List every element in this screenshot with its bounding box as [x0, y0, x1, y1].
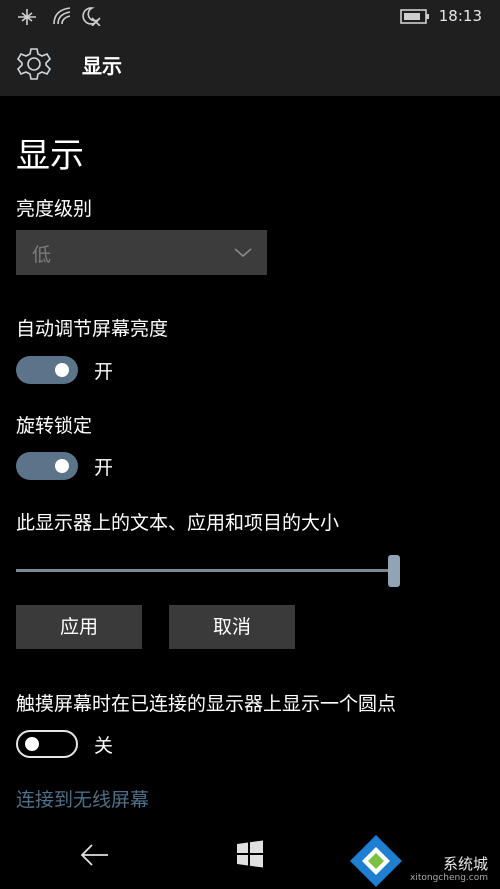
scale-label: 此显示器上的文本、应用和项目的大小: [16, 512, 340, 534]
app-header: 显示: [0, 32, 500, 96]
touch-dot-label: 触摸屏幕时在已连接的显示器上显示一个圆点: [16, 693, 397, 715]
brightness-label: 亮度级别: [16, 198, 93, 220]
watermark: 系统城 xitongcheng.com: [346, 831, 496, 889]
scale-slider-thumb[interactable]: [388, 555, 400, 587]
toggle-knob: [55, 363, 69, 377]
gear-icon[interactable]: [16, 46, 52, 86]
quiet-hours-icon: [80, 6, 102, 30]
auto-brightness-toggle[interactable]: [16, 356, 78, 384]
scale-slider-track[interactable]: [16, 569, 400, 572]
auto-brightness-state: 开: [94, 361, 114, 383]
page-title: 显示: [16, 136, 84, 176]
toggle-knob: [55, 459, 69, 473]
header-title: 显示: [82, 54, 122, 78]
rotation-lock-state: 开: [94, 457, 114, 479]
toggle-knob: [25, 737, 39, 751]
watermark-text: 系统城: [442, 855, 488, 873]
watermark-logo-icon: [350, 835, 402, 887]
touch-dot-state: 关: [94, 735, 114, 757]
chevron-down-icon: [233, 244, 253, 263]
navigation-bar: 系统城 xitongcheng.com: [0, 826, 500, 889]
rotation-lock-label: 旋转锁定: [16, 415, 93, 437]
rotation-lock-toggle[interactable]: [16, 452, 78, 480]
auto-brightness-label: 自动调节屏幕亮度: [16, 318, 169, 340]
cancel-button[interactable]: 取消: [169, 605, 295, 649]
touch-dot-toggle[interactable]: [16, 730, 78, 758]
wifi-icon: [52, 6, 74, 30]
brightness-dropdown[interactable]: 低: [16, 230, 267, 275]
apply-button[interactable]: 应用: [16, 605, 142, 649]
brightness-value: 低: [32, 244, 52, 266]
windows-start-icon[interactable]: [236, 840, 264, 872]
airplane-mode-icon: [16, 6, 38, 30]
watermark-subtext: xitongcheng.com: [410, 873, 488, 883]
connect-wireless-display-link[interactable]: 连接到无线屏幕: [16, 785, 149, 812]
battery-icon: [400, 9, 430, 28]
back-icon[interactable]: [78, 840, 112, 874]
status-bar: 18:13: [0, 0, 500, 32]
status-time: 18:13: [438, 7, 482, 25]
